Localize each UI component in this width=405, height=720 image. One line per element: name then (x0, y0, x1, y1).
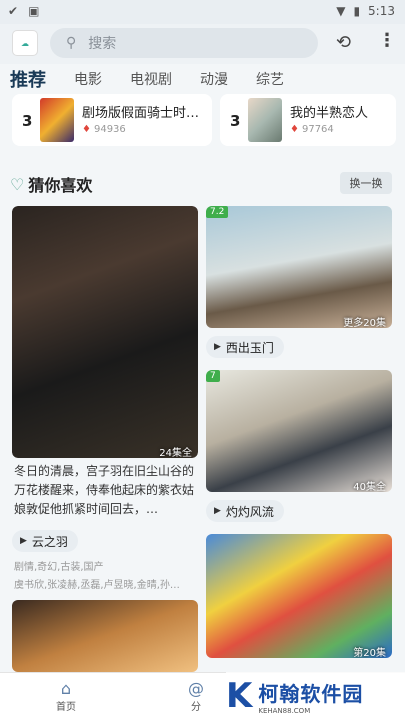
video-title-pill[interactable]: ▶ 灼灼风流 (206, 500, 284, 522)
video-thumbnail (12, 206, 198, 458)
more-icon[interactable]: ⋮ (378, 30, 396, 51)
hot-poster (40, 98, 74, 142)
nav-home[interactable]: ⌂ 首页 (56, 679, 76, 713)
battery-icon: ▮ (353, 4, 361, 18)
watermark: K 柯翰软件园 KEHAN88.COM (226, 672, 405, 720)
video-card[interactable]: 7.2 更多20集 (206, 206, 392, 328)
home-icon: ⌂ (60, 679, 72, 698)
play-icon: ▶ (20, 536, 27, 546)
nav-category[interactable]: @ 分 (188, 679, 204, 713)
tab-tv[interactable]: 电视剧 (130, 69, 172, 89)
video-cast: 虞书欣,张凌赫,丞磊,卢昱晓,金晴,孙… (14, 580, 180, 591)
search-box[interactable]: ⚲ 搜索 (50, 28, 318, 58)
hot-item[interactable]: 3 我的半熟恋人 ♦ 97764 (220, 94, 396, 146)
hot-list: 3 剧场版假面骑士时… ♦ 94936 3 我的半熟恋人 ♦ 97764 (0, 94, 405, 148)
play-icon: ▶ (214, 506, 221, 516)
episode-label: 24集全 (159, 448, 192, 458)
fire-icon: ♦ (82, 124, 91, 135)
top-bar: ☁ ⚲ 搜索 ⟲ ⋮ (0, 24, 405, 64)
category-icon: @ (188, 679, 204, 698)
hot-item[interactable]: 3 剧场版假面骑士时… ♦ 94936 (12, 94, 212, 146)
watermark-url: KEHAN88.COM (258, 706, 311, 715)
episode-label: 更多20集 (343, 318, 386, 328)
tab-anime[interactable]: 动漫 (200, 69, 228, 89)
tab-recommend[interactable]: 推荐 (10, 66, 46, 92)
notification-icon: ▣ (28, 4, 40, 18)
play-icon: ▶ (214, 342, 221, 352)
hot-rank: 3 (22, 112, 33, 130)
status-time: 5:13 (368, 4, 395, 18)
watermark-logo-icon: K (226, 676, 253, 716)
score-badge: 7.2 (206, 206, 229, 218)
video-title-pill[interactable]: ▶ 西出玉门 (206, 336, 284, 358)
tab-movie[interactable]: 电影 (74, 69, 102, 89)
video-card[interactable]: 7 40集全 (206, 370, 392, 492)
hot-rank: 3 (230, 112, 241, 130)
search-input[interactable]: 搜索 (88, 33, 116, 53)
check-icon: ✔ (8, 4, 19, 18)
video-description: 冬日的清晨，宫子羽在旧尘山谷的万花楼醒来，侍奉他起床的紫衣姑娘敦促他抓紧时间回去… (14, 464, 195, 516)
history-icon[interactable]: ⟲ (336, 32, 351, 53)
video-card[interactable] (12, 600, 198, 672)
status-bar: ✔ ▣ ▼ ▮ 5:13 (0, 0, 405, 24)
fire-icon: ♦ (290, 124, 299, 135)
search-icon: ⚲ (66, 35, 77, 51)
hot-poster (248, 98, 282, 142)
hot-title: 我的半熟恋人 (290, 106, 369, 121)
hot-count: ♦ 94936 (82, 124, 126, 135)
episode-label: 40集全 (353, 482, 386, 492)
video-title-pill[interactable]: ▶ 云之羽 (12, 530, 78, 552)
watermark-name: 柯翰软件园 (258, 681, 364, 706)
episode-label: 第20集 (353, 648, 386, 658)
app-logo[interactable]: ☁ (12, 30, 38, 56)
refresh-button[interactable]: 换一换 (340, 172, 392, 194)
hot-count: ♦ 97764 (290, 124, 334, 135)
tab-variety[interactable]: 综艺 (256, 69, 284, 89)
wifi-icon: ▼ (336, 4, 346, 18)
heart-icon: ♡ (10, 174, 25, 194)
score-badge: 7 (206, 370, 220, 382)
video-tags: 剧情,奇幻,古装,国产 (14, 562, 104, 573)
section-title: ♡ 猜你喜欢 (10, 174, 93, 196)
video-card[interactable]: 24集全 (12, 206, 198, 458)
hot-title: 剧场版假面骑士时… (82, 106, 200, 121)
video-card[interactable]: 第20集 (206, 534, 392, 658)
category-tabs: 推荐 电影 电视剧 动漫 综艺 (0, 64, 405, 94)
section-header: ♡ 猜你喜欢 换一换 (0, 168, 405, 196)
